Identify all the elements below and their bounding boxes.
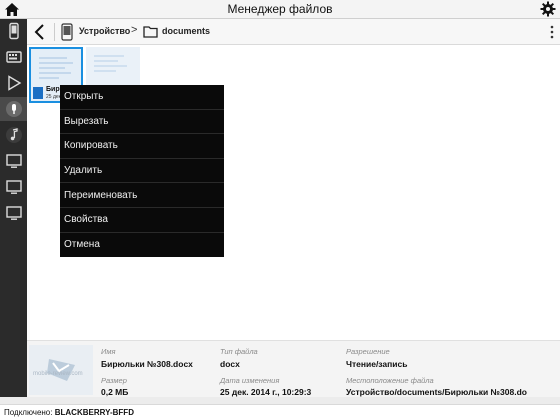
- phone-icon: [8, 22, 19, 40]
- rail-item-video[interactable]: [0, 71, 27, 95]
- breadcrumb-folder[interactable]: documents: [162, 26, 210, 36]
- monitor-icon: [5, 154, 22, 168]
- permission-value: Чтение/запись: [346, 359, 408, 369]
- breadcrumb: Устройство > documents: [27, 19, 560, 45]
- file-date: 25 дек: [46, 94, 61, 100]
- name-value: Бирюльки №308.docx: [101, 359, 193, 369]
- modified-label: Дата изменения: [220, 376, 280, 385]
- document-preview-icon: [39, 57, 73, 79]
- back-arrow-icon[interactable]: [31, 22, 49, 42]
- size-value: 0,2 МБ: [101, 387, 129, 397]
- menu-item-properties[interactable]: Свойства: [60, 208, 224, 233]
- type-value: docx: [220, 359, 240, 369]
- breadcrumb-device[interactable]: Устройство: [79, 26, 130, 36]
- panel-divider: [0, 397, 560, 404]
- menu-item-rename[interactable]: Переименовать: [60, 183, 224, 208]
- rail-item-documents[interactable]: [0, 45, 27, 69]
- size-label: Размер: [101, 376, 127, 385]
- keyboard-device-icon: [5, 51, 22, 63]
- play-icon: [7, 75, 21, 91]
- gear-icon[interactable]: [540, 1, 556, 17]
- rail-item-screen-1[interactable]: [0, 149, 27, 173]
- device-phone-icon: [61, 23, 73, 41]
- rail-item-screen-2[interactable]: [0, 175, 27, 199]
- document-preview-icon: [94, 55, 127, 72]
- watermark-text: mobile-review.com: [33, 371, 83, 377]
- context-menu: Открыть Вырезать Копировать Удалить Пере…: [60, 85, 224, 257]
- title-bar: Менеджер файлов: [0, 0, 560, 19]
- monitor-icon: [5, 180, 22, 194]
- menu-item-open[interactable]: Открыть: [60, 85, 224, 110]
- microphone-icon: [5, 101, 22, 117]
- status-device: BLACKBERRY-BFFD: [54, 408, 134, 417]
- rail-item-screen-3[interactable]: [0, 201, 27, 225]
- menu-item-cut[interactable]: Вырезать: [60, 110, 224, 135]
- monitor-icon: [5, 206, 22, 220]
- file-details-panel: mobile-review.com Имя Бирюльки №308.docx…: [27, 340, 560, 397]
- menu-item-delete[interactable]: Удалить: [60, 159, 224, 184]
- folder-icon: [143, 26, 158, 38]
- app-title: Менеджер файлов: [227, 2, 333, 16]
- category-rail: [0, 19, 27, 397]
- rail-item-music[interactable]: [0, 123, 27, 147]
- status-prefix: Подключено:: [4, 408, 53, 417]
- modified-value: 25 дек. 2014 г., 10:29:3: [220, 387, 312, 397]
- type-label: Тип файла: [220, 347, 258, 356]
- location-label: Местоположение файла: [346, 376, 434, 385]
- menu-item-copy[interactable]: Копировать: [60, 134, 224, 159]
- permission-label: Разрешение: [346, 347, 390, 356]
- file-thumbnail: mobile-review.com: [29, 345, 93, 395]
- status-bar: Подключено: BLACKBERRY-BFFD: [0, 404, 560, 420]
- breadcrumb-divider: [54, 23, 55, 41]
- menu-item-cancel[interactable]: Отмена: [60, 233, 224, 258]
- location-value: Устройство/documents/Бирюльки №308.do: [346, 387, 527, 397]
- rail-item-voice[interactable]: [0, 97, 27, 121]
- docx-file-icon: [33, 87, 43, 99]
- more-vertical-icon[interactable]: [550, 24, 554, 40]
- name-label: Имя: [101, 347, 116, 356]
- breadcrumb-separator: >: [131, 24, 138, 36]
- music-icon: [5, 127, 22, 143]
- rail-item-device[interactable]: [0, 19, 27, 43]
